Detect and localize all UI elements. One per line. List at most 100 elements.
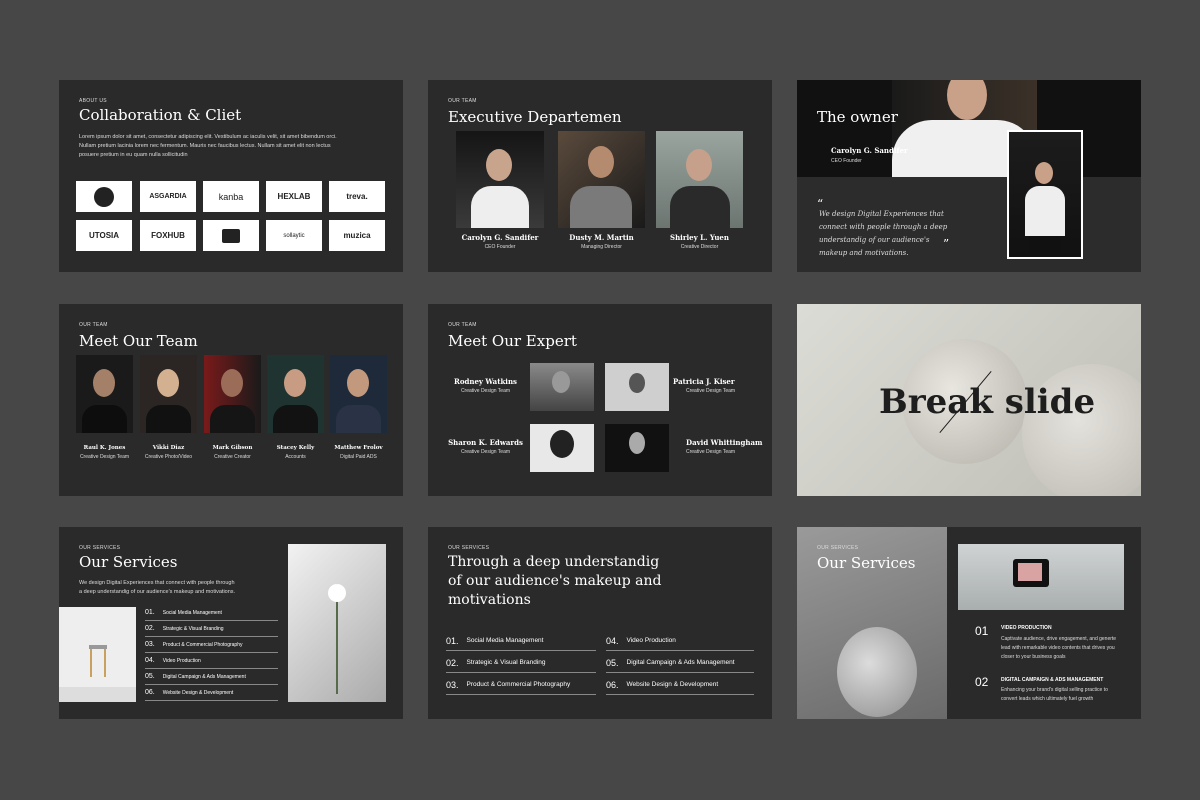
service-number: 01. [145,609,155,616]
slide-eyebrow: OUR SERVICES [448,545,490,551]
service-number: 06. [145,689,155,696]
person-role: Creative Photo/Video [144,454,193,460]
service-row[interactable]: 03. Product & Commercial Photography [446,675,596,695]
owner-name: Carolyn G. Sandifer [831,146,908,155]
person-role: Managing Director [581,244,622,250]
service-row[interactable]: 04. Video Production [145,653,278,669]
slide-eyebrow: OUR TEAM [448,98,477,104]
slide-title: Our Services [79,553,178,571]
slide-eyebrow: OUR TEAM [79,322,108,328]
logo-treva: treva. [329,181,385,212]
service-label: Website Design & Development [162,689,234,696]
service-number: 04. [145,657,155,664]
slide-title-line: Through a deep understandig [448,554,660,570]
slide-title: Meet Our Expert [448,332,577,350]
photo-patricia [605,363,669,411]
service-label: Strategic & Visual Branding [466,659,546,666]
person-name: Mark Gibson [212,445,253,451]
person-name: Vikki Diaz [152,445,185,451]
slide-services-a[interactable]: OUR SERVICES Our Services We design Digi… [59,527,403,719]
person-name: Stacey Kelly [276,445,315,451]
person-role: Creative Creator [214,454,251,460]
service-row[interactable]: 03. Product & Commercial Photography [145,637,278,653]
slide-meet-team[interactable]: OUR TEAM Meet Our Team Raul K. Jones Cre… [59,304,403,496]
slide-meet-expert[interactable]: OUR TEAM Meet Our Expert Rodney Watkins … [428,304,772,496]
service-number: 01 [975,624,989,638]
slide-eyebrow: OUR SERVICES [79,545,121,551]
service-row[interactable]: 02. Strategic & Visual Branding [145,621,278,637]
service-label: Website Design & Development [626,681,719,688]
service-number: 02. [145,625,155,632]
person-role: Accounts [285,454,306,460]
slide-title: The owner [817,108,898,126]
service-row[interactable]: 05. Digital Campaign & Ads Management [606,653,754,673]
logo-circle [76,181,132,212]
service-row[interactable]: 05. Digital Campaign & Ads Management [145,669,278,685]
owner-quote: We design Digital Experiences that conne… [819,210,948,257]
person-role: Creative Design Team [460,388,511,394]
service-desc: Captivate audience, drive engagement, an… [1001,636,1117,660]
person-name: Raul K. Jones [83,445,126,451]
service-row[interactable]: 06. Website Design & Development [145,685,278,701]
person-name: Sharon K. Edwards [448,438,523,447]
service-row[interactable]: 04. Video Production [606,631,754,651]
logo-muzica: muzica [329,220,385,251]
quote-close-icon: ” [943,237,950,251]
service-label: Video Production [162,657,201,664]
person-name: Carolyn G. Sandifer [461,233,539,242]
photo-shirley [656,131,743,228]
photo-carolyn [456,131,544,228]
service-row[interactable]: 02. Strategic & Visual Branding [446,653,596,673]
person-name: Matthew Frolov [334,445,383,451]
person-role: Creative Design Team [79,454,130,460]
slide-title: Meet Our Team [79,332,198,350]
slide-owner[interactable]: The owner Carolyn G. Sandifer CEO Founde… [797,80,1141,272]
slide-break[interactable]: Break slide [797,304,1141,496]
service-label: DIGITAL CAMPAIGN & ADS MANAGEMENT [1001,677,1104,683]
service-label: Strategic & Visual Branding [162,625,224,632]
photo-vikki [140,355,197,433]
service-label: Digital Campaign & Ads Management [626,659,735,666]
logo-sollaytic: sollaytic [266,220,322,251]
service-number: 03. [446,679,459,690]
photo-david [605,424,669,472]
service-label: Product & Commercial Photography [466,681,571,688]
slide-executive[interactable]: OUR TEAM Executive Departemen Carolyn G.… [428,80,772,272]
service-row[interactable]: 01. Social Media Management [145,605,278,621]
owner-role: CEO Founder [831,158,862,164]
flower-photo [288,544,386,702]
slide-services-c[interactable]: OUR SERVICES Our Services 01 VIDEO PRODU… [797,527,1141,719]
person-role: Creative Design Team [686,449,736,455]
slide-collaboration[interactable]: ABOUT US Collaboration & Cliet Lorem ips… [59,80,403,272]
service-number: 02. [446,657,459,668]
logo-utosia: UTOSIA [76,220,132,251]
person-name: Dusty M. Martin [569,233,634,242]
person-role: CEO Founder [484,244,516,250]
service-label: Product & Commercial Photography [162,641,243,648]
person-name: Shirley L. Yuen [670,233,729,242]
photo-matthew [330,355,387,433]
service-number: 05. [606,657,619,668]
slide-title: Collaboration & Cliet [79,106,242,124]
slide-eyebrow: ABOUT US [79,98,107,104]
person-name: Rodney Watkins [454,377,517,386]
photo-stacey [267,355,324,433]
slide-services-b[interactable]: OUR SERVICES Through a deep understandig… [428,527,772,719]
service-row[interactable]: 01. Social Media Management [446,631,596,651]
service-row[interactable]: 06. Website Design & Development [606,675,754,695]
slide-body: We design Digital Experiences that conne… [79,580,236,595]
service-label: Social Media Management [162,609,222,616]
photo-rodney [530,363,594,411]
owner-photo-small [1007,130,1083,259]
service-number: 05. [145,673,155,680]
service-label: Digital Campaign & Ads Management [162,673,246,680]
service-desc: Enhancing your brand's digital selling p… [1001,687,1108,702]
service-number: 01. [446,635,459,646]
person-role: Creative Director [680,244,719,250]
service-label: VIDEO PRODUCTION [1001,625,1052,631]
slide-title-line: of our audience's makeup and [448,573,662,589]
service-number: 02 [975,675,989,689]
chair-photo [59,607,136,702]
person-role: Creative Design Team [686,388,736,394]
service-number: 06. [606,679,619,690]
